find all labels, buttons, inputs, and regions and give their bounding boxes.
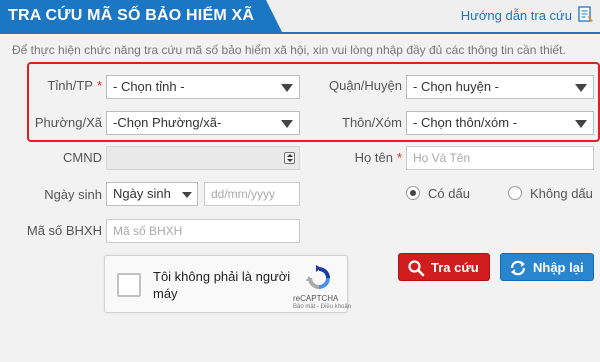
page-title: TRA CỨU MÃ SỐ BẢO HIỂM XÃ HỘI <box>0 0 282 32</box>
accent-with-radio[interactable] <box>406 186 420 200</box>
birth-label: Ngày sinh <box>44 187 102 202</box>
search-button-label: Tra cứu <box>431 260 479 275</box>
chevron-down-icon <box>281 84 293 92</box>
bhxh-input[interactable]: Mã số BHXH <box>106 219 300 243</box>
chevron-down-icon <box>575 84 587 92</box>
province-select-value: - Chọn tỉnh - <box>113 79 185 94</box>
help-document-icon[interactable] <box>577 6 594 23</box>
ward-select[interactable]: -Chọn Phường/xã- <box>106 111 300 135</box>
accent-without-label[interactable]: Không dấu <box>530 186 593 201</box>
search-icon <box>408 260 425 277</box>
fullname-input[interactable]: Họ Và Tên <box>406 146 594 170</box>
header-divider <box>0 32 600 34</box>
recaptcha-logo-icon <box>306 265 330 289</box>
ward-select-value: -Chọn Phường/xã- <box>113 115 222 130</box>
search-button[interactable]: Tra cứu <box>398 253 490 281</box>
guide-link[interactable]: Hướng dẫn tra cứu <box>461 8 572 23</box>
cmnd-label: CMND <box>63 150 102 165</box>
reset-button-label: Nhập lại <box>533 260 584 275</box>
birth-type-value: Ngày sinh <box>113 186 171 201</box>
district-select-value: - Chọn huyện - <box>413 79 499 94</box>
recaptcha-widget: Tôi không phải là người máy reCAPTCHA Bả… <box>104 255 351 313</box>
refresh-icon <box>510 260 526 276</box>
reset-button[interactable]: Nhập lại <box>500 253 594 281</box>
province-label: Tỉnh/TP * <box>44 78 102 93</box>
village-label: Thôn/Xóm <box>342 115 402 130</box>
village-select-value: - Chọn thôn/xóm - <box>413 115 518 130</box>
recaptcha-links[interactable]: Bảo mật - Điều khoản <box>293 304 351 310</box>
bhxh-placeholder: Mã số BHXH <box>113 224 183 238</box>
cmnd-input[interactable] <box>106 146 300 170</box>
birth-type-select[interactable]: Ngày sinh <box>106 182 198 206</box>
chevron-down-icon <box>575 120 587 128</box>
fullname-label-text: Họ tên <box>354 150 393 165</box>
district-select[interactable]: - Chọn huyện - <box>406 75 594 99</box>
birthdate-placeholder: dd/mm/yyyy <box>211 187 276 201</box>
district-label: Quận/Huyện <box>329 78 402 93</box>
recaptcha-label: Tôi không phải là người máy <box>153 269 291 301</box>
accent-with-label[interactable]: Có dấu <box>428 186 470 201</box>
page-header: TRA CỨU MÃ SỐ BẢO HIỂM XÃ HỘI Hướng dẫn … <box>0 0 600 32</box>
village-select[interactable]: - Chọn thôn/xóm - <box>406 111 594 135</box>
province-label-text: Tỉnh/TP <box>47 78 93 93</box>
accent-without-radio[interactable] <box>508 186 522 200</box>
bhxh-label: Mã số BHXH <box>26 223 102 238</box>
fullname-placeholder: Họ Và Tên <box>413 151 471 165</box>
chevron-down-icon <box>281 120 293 128</box>
province-select[interactable]: - Chọn tỉnh - <box>106 75 300 99</box>
recaptcha-checkbox[interactable] <box>117 273 141 297</box>
recaptcha-brand: reCAPTCHA <box>293 294 339 303</box>
number-spinner-icon[interactable] <box>284 152 295 164</box>
required-mark: * <box>396 150 402 165</box>
chevron-down-icon <box>182 192 192 198</box>
fullname-label: Họ tên * <box>320 150 402 165</box>
intro-text: Để thực hiện chức năng tra cứu mã số bảo… <box>12 43 566 57</box>
ward-label: Phường/Xã <box>34 115 102 130</box>
required-mark: * <box>96 78 102 93</box>
birthdate-input[interactable]: dd/mm/yyyy <box>204 182 300 206</box>
